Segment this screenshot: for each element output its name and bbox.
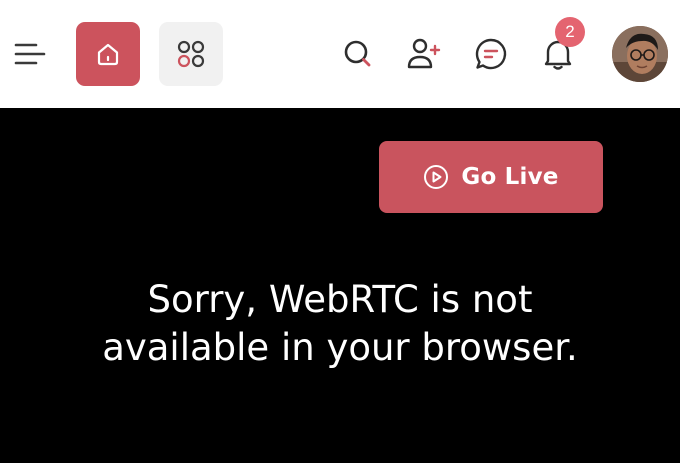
home-icon (97, 43, 119, 66)
search-icon (344, 40, 371, 67)
app-window: 2 Go Live Sorry, WebRTC is not available… (0, 0, 680, 463)
menu-button[interactable] (8, 34, 52, 74)
go-live-label: Go Live (461, 164, 559, 190)
menu-icon (14, 43, 46, 65)
error-message-line-1: Sorry, WebRTC is not (147, 278, 533, 321)
notification-badge: 2 (555, 17, 585, 47)
add-user-button[interactable] (402, 32, 446, 76)
user-avatar[interactable] (612, 26, 668, 82)
apps-button[interactable] (159, 22, 223, 86)
go-live-button[interactable]: Go Live (379, 141, 603, 213)
error-message-line-2: available in your browser. (102, 326, 578, 369)
apps-grid-icon (177, 40, 205, 68)
webrtc-error-message: Sorry, WebRTC is not available in your b… (40, 276, 640, 372)
add-user-icon (407, 38, 441, 69)
chat-button[interactable] (469, 32, 513, 76)
top-bar: 2 (0, 0, 680, 108)
play-circle-icon (424, 165, 449, 189)
search-button[interactable] (336, 32, 380, 76)
home-button[interactable] (76, 22, 140, 86)
chat-icon (475, 38, 507, 70)
avatar-image (612, 26, 668, 82)
video-stage: Go Live Sorry, WebRTC is not available i… (0, 108, 680, 463)
